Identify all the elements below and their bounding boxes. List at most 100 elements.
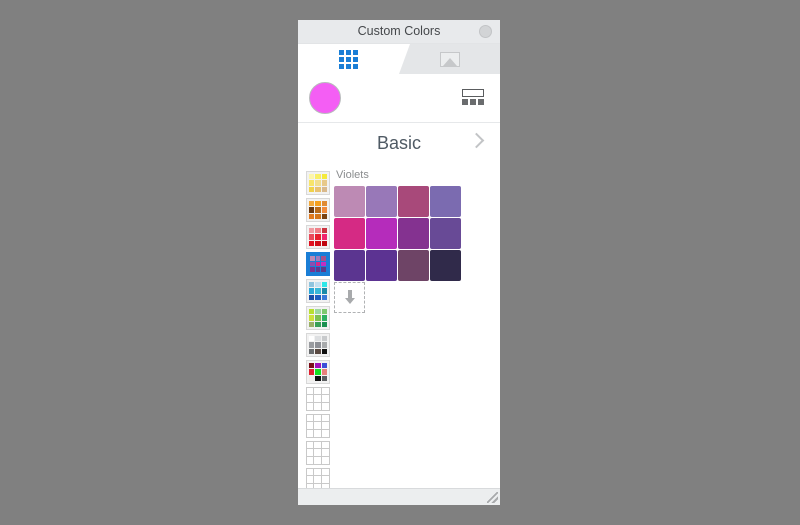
color-swatch[interactable] [398, 186, 429, 217]
palette-thumbnail-cell [309, 342, 315, 348]
palette-thumbnail-cell [309, 309, 315, 315]
palette-thumbnail-cell [315, 180, 321, 186]
color-swatch[interactable] [334, 250, 365, 281]
palette-thumbnail-cell [315, 256, 321, 261]
palette-thumbnail-cell [314, 449, 322, 457]
layout-icon[interactable] [462, 89, 484, 107]
palette-thumbnail-cell [321, 422, 329, 430]
palette-thumbnail-cell [310, 256, 315, 261]
download-arrow-head [344, 298, 355, 304]
palette-thumbnail-cell [315, 363, 321, 369]
palette-thumbnail-cell [315, 267, 321, 272]
palette-thumbnail-cell [315, 369, 321, 375]
color-swatch[interactable] [430, 250, 461, 281]
palette-thumbnail-cell [309, 375, 315, 381]
palette-thumbnail-cell [315, 336, 321, 342]
palette-thumbnail-empty-4[interactable] [306, 468, 330, 488]
palette-thumbnail-cell [321, 456, 329, 464]
palette-thumbnail-cell [310, 267, 315, 272]
palette-thumbnail-cell [315, 315, 321, 321]
swatch-grid [334, 186, 500, 281]
palette-thumbnail-cell [321, 429, 329, 437]
palette-thumbnail-cell [315, 174, 321, 180]
preview-row [298, 74, 500, 123]
resize-grip-icon[interactable] [487, 492, 498, 503]
palette-thumbnail-cell [321, 261, 326, 267]
palette-thumbnail-cell [315, 228, 321, 234]
palette-thumbnail-cell [315, 207, 321, 213]
color-swatch[interactable] [398, 218, 429, 249]
palette-thumbnail-cell [321, 201, 327, 207]
tab-image[interactable] [399, 44, 500, 74]
palette-thumbnail-reds[interactable] [306, 225, 330, 249]
palette-thumbnail-greens[interactable] [306, 306, 330, 330]
palette-thumbnail-cell [321, 375, 327, 381]
palette-thumbnail-cell [321, 395, 329, 403]
palette-thumbnail-cell [314, 395, 322, 403]
palette-thumbnail-cell [309, 207, 315, 213]
palette-thumbnail-cell [315, 234, 321, 240]
palette-thumbnail-cell [309, 348, 315, 354]
palette-thumbnail-cell [314, 456, 322, 464]
palette-thumbnail-empty-3[interactable] [306, 441, 330, 465]
color-swatch[interactable] [366, 250, 397, 281]
palette-thumbnail-cell [310, 261, 315, 267]
palette-thumbnail-cell [315, 288, 321, 294]
palette-thumbnail-primaries[interactable] [306, 360, 330, 384]
palette-thumbnail-cell [321, 476, 329, 484]
tab-bar [298, 44, 500, 74]
palette-thumbnail-blues[interactable] [306, 279, 330, 303]
tab-swatches[interactable] [298, 44, 410, 74]
palette-thumbnail-cell [321, 388, 329, 396]
palette-thumbnail-cell [321, 336, 327, 342]
palette-thumbnail-oranges[interactable] [306, 198, 330, 222]
palette-thumbnail-cell [309, 288, 315, 294]
palette-thumbnail-cell [321, 449, 329, 457]
palette-thumbnail-cell [309, 336, 315, 342]
palette-thumbnail-cell [321, 402, 329, 410]
palette-thumbnail-cell [314, 402, 322, 410]
palette-thumbnail-cell [307, 402, 315, 410]
palette-thumbnail-cell [309, 369, 315, 375]
palette-thumbnail-cell [309, 282, 315, 288]
palette-thumbnail-cell [321, 415, 329, 423]
color-swatch[interactable] [430, 186, 461, 217]
palette-thumbnail-empty-2[interactable] [306, 414, 330, 438]
close-icon[interactable] [479, 25, 492, 38]
palette-thumbnail-empty-1[interactable] [306, 387, 330, 411]
palette-thumbnail-cell [321, 469, 329, 477]
palette-thumbnail-cell [307, 442, 315, 450]
palette-thumbnail-cell [314, 429, 322, 437]
picture-icon [439, 51, 460, 67]
palette-thumbnail-cell [315, 294, 321, 300]
palette-thumbnail-cell [314, 415, 322, 423]
palette-strip [298, 163, 330, 488]
body-area: Violets [298, 163, 500, 488]
color-swatch[interactable] [366, 218, 397, 249]
palette-thumbnail-cell [321, 240, 327, 246]
palette-thumbnail-cell [321, 309, 327, 315]
palette-thumbnail-cell [307, 429, 315, 437]
palette-thumbnail-cell [321, 282, 327, 288]
palette-thumbnail-cell [314, 422, 322, 430]
palette-thumbnail-cell [321, 228, 327, 234]
palette-thumbnail-cell [314, 442, 322, 450]
current-color-swatch[interactable] [309, 82, 341, 114]
color-swatch[interactable] [430, 218, 461, 249]
import-colors-button[interactable] [334, 282, 365, 313]
color-swatch[interactable] [334, 218, 365, 249]
palette-thumbnail-cell [321, 294, 327, 300]
palette-thumbnail-cell [309, 180, 315, 186]
color-swatch[interactable] [366, 186, 397, 217]
palette-thumbnail-violets[interactable] [306, 252, 330, 276]
palette-thumbnail-cell [307, 415, 315, 423]
palette-thumbnail-yellows[interactable] [306, 171, 330, 195]
palette-thumbnail-cell [307, 395, 315, 403]
palette-thumbnail-grays[interactable] [306, 333, 330, 357]
palette-thumbnail-cell [315, 213, 321, 219]
color-swatch[interactable] [398, 250, 429, 281]
status-bar [298, 488, 500, 505]
palette-thumbnail-cell [315, 261, 321, 267]
color-swatch[interactable] [334, 186, 365, 217]
custom-colors-panel: Custom Colors Basic Violets [298, 20, 500, 505]
